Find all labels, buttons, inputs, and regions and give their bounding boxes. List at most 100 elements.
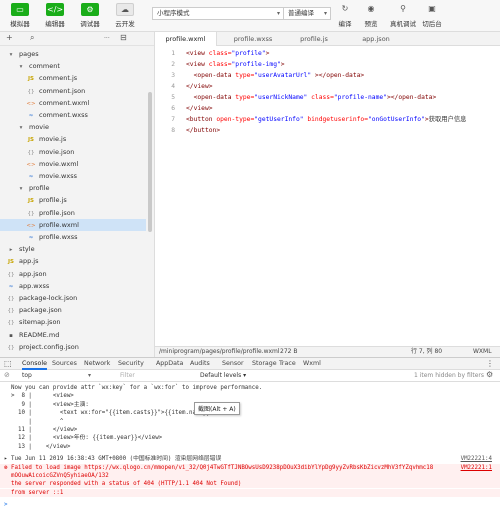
tree-file[interactable]: {} project.config.json bbox=[0, 341, 146, 353]
toolbar-button-background[interactable]: ▣ 切后台 bbox=[418, 3, 446, 28]
mode-select[interactable]: 小程序模式 ▾ bbox=[152, 7, 284, 20]
devtools-tab[interactable]: Trace bbox=[279, 358, 296, 370]
console-line: 13 | </view> bbox=[0, 443, 500, 451]
toolbar-button-preview[interactable]: ◉ 预览 bbox=[357, 3, 385, 28]
devtools-tab[interactable]: AppData bbox=[156, 358, 183, 370]
console-line: 12 | <view>年份: {{item.year}}</view> bbox=[0, 434, 500, 442]
tree-file[interactable]: ≈ comment.wxss bbox=[0, 109, 146, 121]
code-token: </view> bbox=[186, 83, 213, 90]
line-number: 7 bbox=[171, 116, 175, 123]
tree-item-label: movie bbox=[29, 123, 49, 132]
code-token: type= bbox=[235, 94, 255, 101]
tree-item-label: app.wxss bbox=[19, 281, 50, 290]
explorer-header: + ⌕ ··· ⊟ bbox=[0, 32, 154, 46]
devtools-tab[interactable]: Audits bbox=[190, 358, 210, 370]
tree-file[interactable]: ≈ movie.wxss bbox=[0, 170, 146, 182]
tree-file[interactable]: ≈ profile.wxss bbox=[0, 231, 146, 243]
tree-item-label: comment.js bbox=[39, 74, 78, 83]
tree-file[interactable]: {} movie.json bbox=[0, 146, 146, 158]
tree-item-label: comment.wxss bbox=[39, 111, 88, 119]
devtools-tab[interactable]: Sources bbox=[52, 358, 77, 370]
tree-file[interactable]: JS app.js bbox=[0, 255, 146, 267]
filter-input[interactable]: Filter bbox=[120, 372, 135, 379]
tree-folder[interactable]: ▾ movie bbox=[0, 121, 146, 133]
json-file-icon: {} bbox=[7, 296, 15, 302]
devtools-tab[interactable]: Storage bbox=[252, 358, 277, 370]
devtools-tab[interactable]: Security bbox=[118, 358, 144, 370]
devtools-tabs: ⬚ ⋮ Console Sources Network Security AppData… bbox=[0, 358, 500, 370]
toolbar-button-cloud[interactable]: ☁ 云开发 bbox=[108, 3, 142, 28]
tree-file[interactable]: {} package.json bbox=[0, 304, 146, 316]
toolbar-button-remote-debug[interactable]: ⚲ 真机调试 bbox=[385, 3, 421, 28]
tree-file[interactable]: {} comment.json bbox=[0, 85, 146, 97]
console-line: 10 | <text wx:for="{{item.casts}}">{{ite… bbox=[0, 409, 500, 417]
tree-item-label: package.json bbox=[19, 306, 62, 315]
tree-file[interactable]: JS profile.js bbox=[0, 194, 146, 206]
toolbar-button-label: 真机调试 bbox=[390, 20, 416, 28]
compile-select[interactable]: 普通编译 ▾ bbox=[283, 7, 331, 20]
tree-folder[interactable]: ▸ style bbox=[0, 243, 146, 255]
source-link[interactable]: VM22221:4 bbox=[460, 455, 492, 464]
explorer-scrollbar[interactable] bbox=[148, 92, 152, 232]
toolbar-button-debugger[interactable]: ⚙ 调试器 bbox=[73, 3, 107, 28]
tree-folder[interactable]: ▾ pages bbox=[0, 48, 146, 60]
md-file-icon: ▪ bbox=[9, 332, 13, 339]
console-text: | ^ bbox=[4, 418, 64, 425]
search-icon[interactable]: ⌕ bbox=[30, 33, 34, 43]
editor-tab[interactable]: profile.wxss bbox=[225, 32, 281, 46]
tree-file[interactable]: JS comment.js bbox=[0, 72, 146, 84]
tree-file[interactable]: JS movie.js bbox=[0, 133, 146, 145]
tree-item-label: app.js bbox=[19, 257, 39, 266]
folder-icon: ▾ bbox=[19, 186, 23, 193]
settings-gear-icon[interactable]: ⚙ bbox=[486, 370, 493, 379]
source-link[interactable]: VM22221:1 bbox=[460, 463, 492, 472]
editor-tab[interactable]: profile.js bbox=[289, 32, 339, 46]
background-icon: ▣ bbox=[428, 4, 436, 13]
tree-file[interactable]: {} package-lock.json bbox=[0, 292, 146, 304]
toolbar-button-label: 预览 bbox=[364, 20, 378, 28]
tree-file[interactable]: ▪ README.md bbox=[0, 329, 146, 341]
tree-folder[interactable]: ▾ comment bbox=[0, 60, 146, 72]
tree-file[interactable]: <> comment.wxml bbox=[0, 97, 146, 109]
tree-item-label: movie.wxss bbox=[39, 172, 77, 180]
collapse-icon[interactable]: ⊟ bbox=[120, 33, 127, 42]
more-icon[interactable]: ··· bbox=[104, 35, 110, 42]
js-file-icon: JS bbox=[27, 76, 34, 83]
devtools-tab[interactable]: Console bbox=[22, 358, 47, 370]
code-token: class= bbox=[208, 50, 232, 57]
code-token: <view bbox=[186, 50, 209, 57]
editor-tab[interactable]: profile.wxml bbox=[155, 32, 217, 46]
tree-folder[interactable]: ▾ profile bbox=[0, 182, 146, 194]
more-options-icon[interactable]: ⋮ bbox=[486, 358, 494, 370]
code-token: bindgetuserinfo= bbox=[303, 116, 369, 123]
editor-tab[interactable]: app.json bbox=[347, 32, 405, 46]
clear-console-icon[interactable]: ⊘ bbox=[4, 371, 10, 379]
levels-select[interactable]: Default levels ▾ bbox=[200, 372, 246, 379]
toolbar-button-compile[interactable]: ↻ 编译 bbox=[331, 3, 359, 28]
tree-file[interactable]: {} sitemap.json bbox=[0, 316, 146, 328]
add-file-icon[interactable]: + bbox=[6, 33, 13, 42]
code-area[interactable]: 1 <view class="profile"> 2 <view class="pro… bbox=[155, 46, 500, 357]
code-token: </view> bbox=[186, 105, 213, 112]
tree-file[interactable]: <> profile.wxml bbox=[0, 218, 146, 231]
tree-item-label: sitemap.json bbox=[19, 318, 61, 327]
devtools-tab[interactable]: Wxml bbox=[303, 358, 321, 370]
code-token: "getUserInfo" bbox=[254, 116, 304, 123]
tree-file[interactable]: {} app.json bbox=[0, 268, 146, 280]
console-prompt[interactable]: > bbox=[0, 501, 500, 509]
toolbar-button-simulator[interactable]: ▭ 模拟器 bbox=[3, 3, 37, 28]
console-line: ▸ Tue Jun 11 2019 16:38:43 GMT+0800 (中国标… bbox=[0, 455, 500, 464]
js-file-icon: JS bbox=[27, 198, 34, 205]
inspect-icon[interactable]: ⬚ bbox=[4, 358, 12, 370]
devtools-tab[interactable]: Sensor bbox=[222, 358, 244, 370]
language-mode[interactable]: WXML bbox=[473, 347, 492, 357]
tree-file[interactable]: <> movie.wxml bbox=[0, 158, 146, 170]
context-select[interactable]: top bbox=[22, 372, 32, 379]
wxss-file-icon: ≈ bbox=[8, 283, 14, 290]
tree-file[interactable]: ≈ app.wxss bbox=[0, 280, 146, 292]
devtools-tab[interactable]: Network bbox=[84, 358, 110, 370]
toolbar-button-editor[interactable]: </> 编辑器 bbox=[38, 3, 72, 28]
tree-item-label: package-lock.json bbox=[19, 294, 78, 302]
code-token: > bbox=[265, 50, 270, 57]
tree-file[interactable]: {} profile.json bbox=[0, 207, 146, 219]
